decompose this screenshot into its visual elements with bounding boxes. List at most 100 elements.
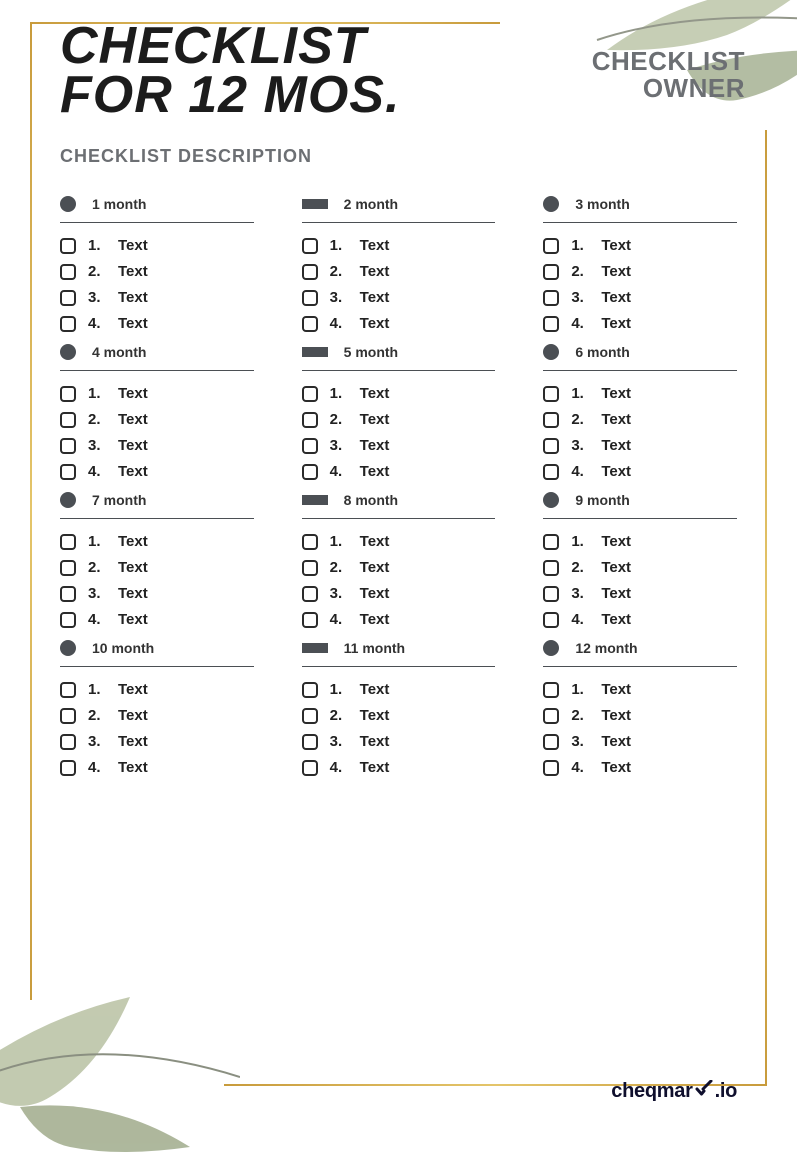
month-header: 10 month <box>60 640 254 667</box>
month-block: 11 month1.Text2.Text3.Text4.Text <box>302 634 496 776</box>
month-items: 1.Text2.Text3.Text4.Text <box>302 533 496 628</box>
checkbox[interactable] <box>302 534 318 550</box>
checkbox[interactable] <box>543 760 559 776</box>
item-text: Text <box>601 289 631 306</box>
checkbox[interactable] <box>543 412 559 428</box>
item-number: 4. <box>330 611 348 628</box>
frame-border-right <box>765 130 767 1084</box>
checkbox[interactable] <box>60 560 76 576</box>
checkbox[interactable] <box>302 586 318 602</box>
checkbox[interactable] <box>60 534 76 550</box>
checklist-owner-line2: OWNER <box>592 75 745 102</box>
checklist-item: 1.Text <box>302 533 496 550</box>
checkbox[interactable] <box>60 760 76 776</box>
item-number: 3. <box>571 289 589 306</box>
checkbox[interactable] <box>543 290 559 306</box>
month-header: 6 month <box>543 344 737 371</box>
month-header: 5 month <box>302 344 496 371</box>
month-title: 2 month <box>344 196 398 212</box>
checkbox[interactable] <box>302 264 318 280</box>
checkbox[interactable] <box>60 612 76 628</box>
checkbox[interactable] <box>302 612 318 628</box>
checkbox[interactable] <box>302 386 318 402</box>
checkbox[interactable] <box>60 386 76 402</box>
item-text: Text <box>360 611 390 628</box>
item-number: 3. <box>571 437 589 454</box>
item-text: Text <box>601 707 631 724</box>
checkbox[interactable] <box>60 708 76 724</box>
checklist-item: 4.Text <box>60 759 254 776</box>
checkbox[interactable] <box>60 264 76 280</box>
item-number: 3. <box>330 733 348 750</box>
checkbox[interactable] <box>60 238 76 254</box>
checkbox[interactable] <box>543 386 559 402</box>
checkbox[interactable] <box>60 316 76 332</box>
item-number: 4. <box>571 315 589 332</box>
checklist-item: 3.Text <box>60 289 254 306</box>
month-title: 7 month <box>92 492 146 508</box>
checkbox[interactable] <box>543 438 559 454</box>
checkbox[interactable] <box>543 612 559 628</box>
checkbox[interactable] <box>60 412 76 428</box>
checklist-item: 4.Text <box>543 759 737 776</box>
item-text: Text <box>601 681 631 698</box>
checkbox[interactable] <box>543 734 559 750</box>
item-number: 4. <box>88 463 106 480</box>
month-block: 6 month1.Text2.Text3.Text4.Text <box>543 338 737 480</box>
item-text: Text <box>118 759 148 776</box>
checkbox[interactable] <box>60 290 76 306</box>
checkbox[interactable] <box>302 438 318 454</box>
checkbox[interactable] <box>302 238 318 254</box>
checkbox[interactable] <box>60 438 76 454</box>
item-number: 2. <box>330 707 348 724</box>
checkbox[interactable] <box>543 534 559 550</box>
checkbox[interactable] <box>302 708 318 724</box>
item-number: 2. <box>571 707 589 724</box>
checklist-item: 4.Text <box>302 759 496 776</box>
item-text: Text <box>601 611 631 628</box>
checklist-item: 1.Text <box>302 385 496 402</box>
checklist-item: 1.Text <box>60 681 254 698</box>
month-header: 4 month <box>60 344 254 371</box>
month-title: 1 month <box>92 196 146 212</box>
checkbox[interactable] <box>543 560 559 576</box>
checkbox[interactable] <box>60 464 76 480</box>
checkbox[interactable] <box>60 586 76 602</box>
checkbox[interactable] <box>543 464 559 480</box>
checkbox[interactable] <box>302 682 318 698</box>
checkbox[interactable] <box>302 734 318 750</box>
checkbox[interactable] <box>543 316 559 332</box>
checkbox[interactable] <box>302 412 318 428</box>
item-text: Text <box>118 263 148 280</box>
checkbox[interactable] <box>543 264 559 280</box>
checkbox[interactable] <box>302 290 318 306</box>
item-text: Text <box>360 385 390 402</box>
item-text: Text <box>360 463 390 480</box>
month-bullet-bar-icon <box>302 643 328 653</box>
checklist-item: 2.Text <box>543 411 737 428</box>
item-number: 2. <box>571 411 589 428</box>
checkbox[interactable] <box>60 734 76 750</box>
item-number: 3. <box>571 733 589 750</box>
checklist-item: 3.Text <box>543 585 737 602</box>
months-grid: 1 month1.Text2.Text3.Text4.Text2 month1.… <box>60 190 737 776</box>
item-text: Text <box>601 315 631 332</box>
checkbox[interactable] <box>543 708 559 724</box>
checkbox[interactable] <box>302 560 318 576</box>
checkbox[interactable] <box>60 682 76 698</box>
month-items: 1.Text2.Text3.Text4.Text <box>543 681 737 776</box>
checklist-item: 1.Text <box>543 237 737 254</box>
item-text: Text <box>601 263 631 280</box>
item-text: Text <box>601 759 631 776</box>
checkbox[interactable] <box>302 464 318 480</box>
item-text: Text <box>360 237 390 254</box>
checkbox[interactable] <box>302 316 318 332</box>
checkbox[interactable] <box>543 586 559 602</box>
item-number: 1. <box>88 533 106 550</box>
checkbox[interactable] <box>543 238 559 254</box>
checkbox[interactable] <box>302 760 318 776</box>
checkbox[interactable] <box>543 682 559 698</box>
checklist-item: 3.Text <box>543 733 737 750</box>
checklist-item: 2.Text <box>302 411 496 428</box>
checklist-item: 4. Text <box>302 611 496 628</box>
